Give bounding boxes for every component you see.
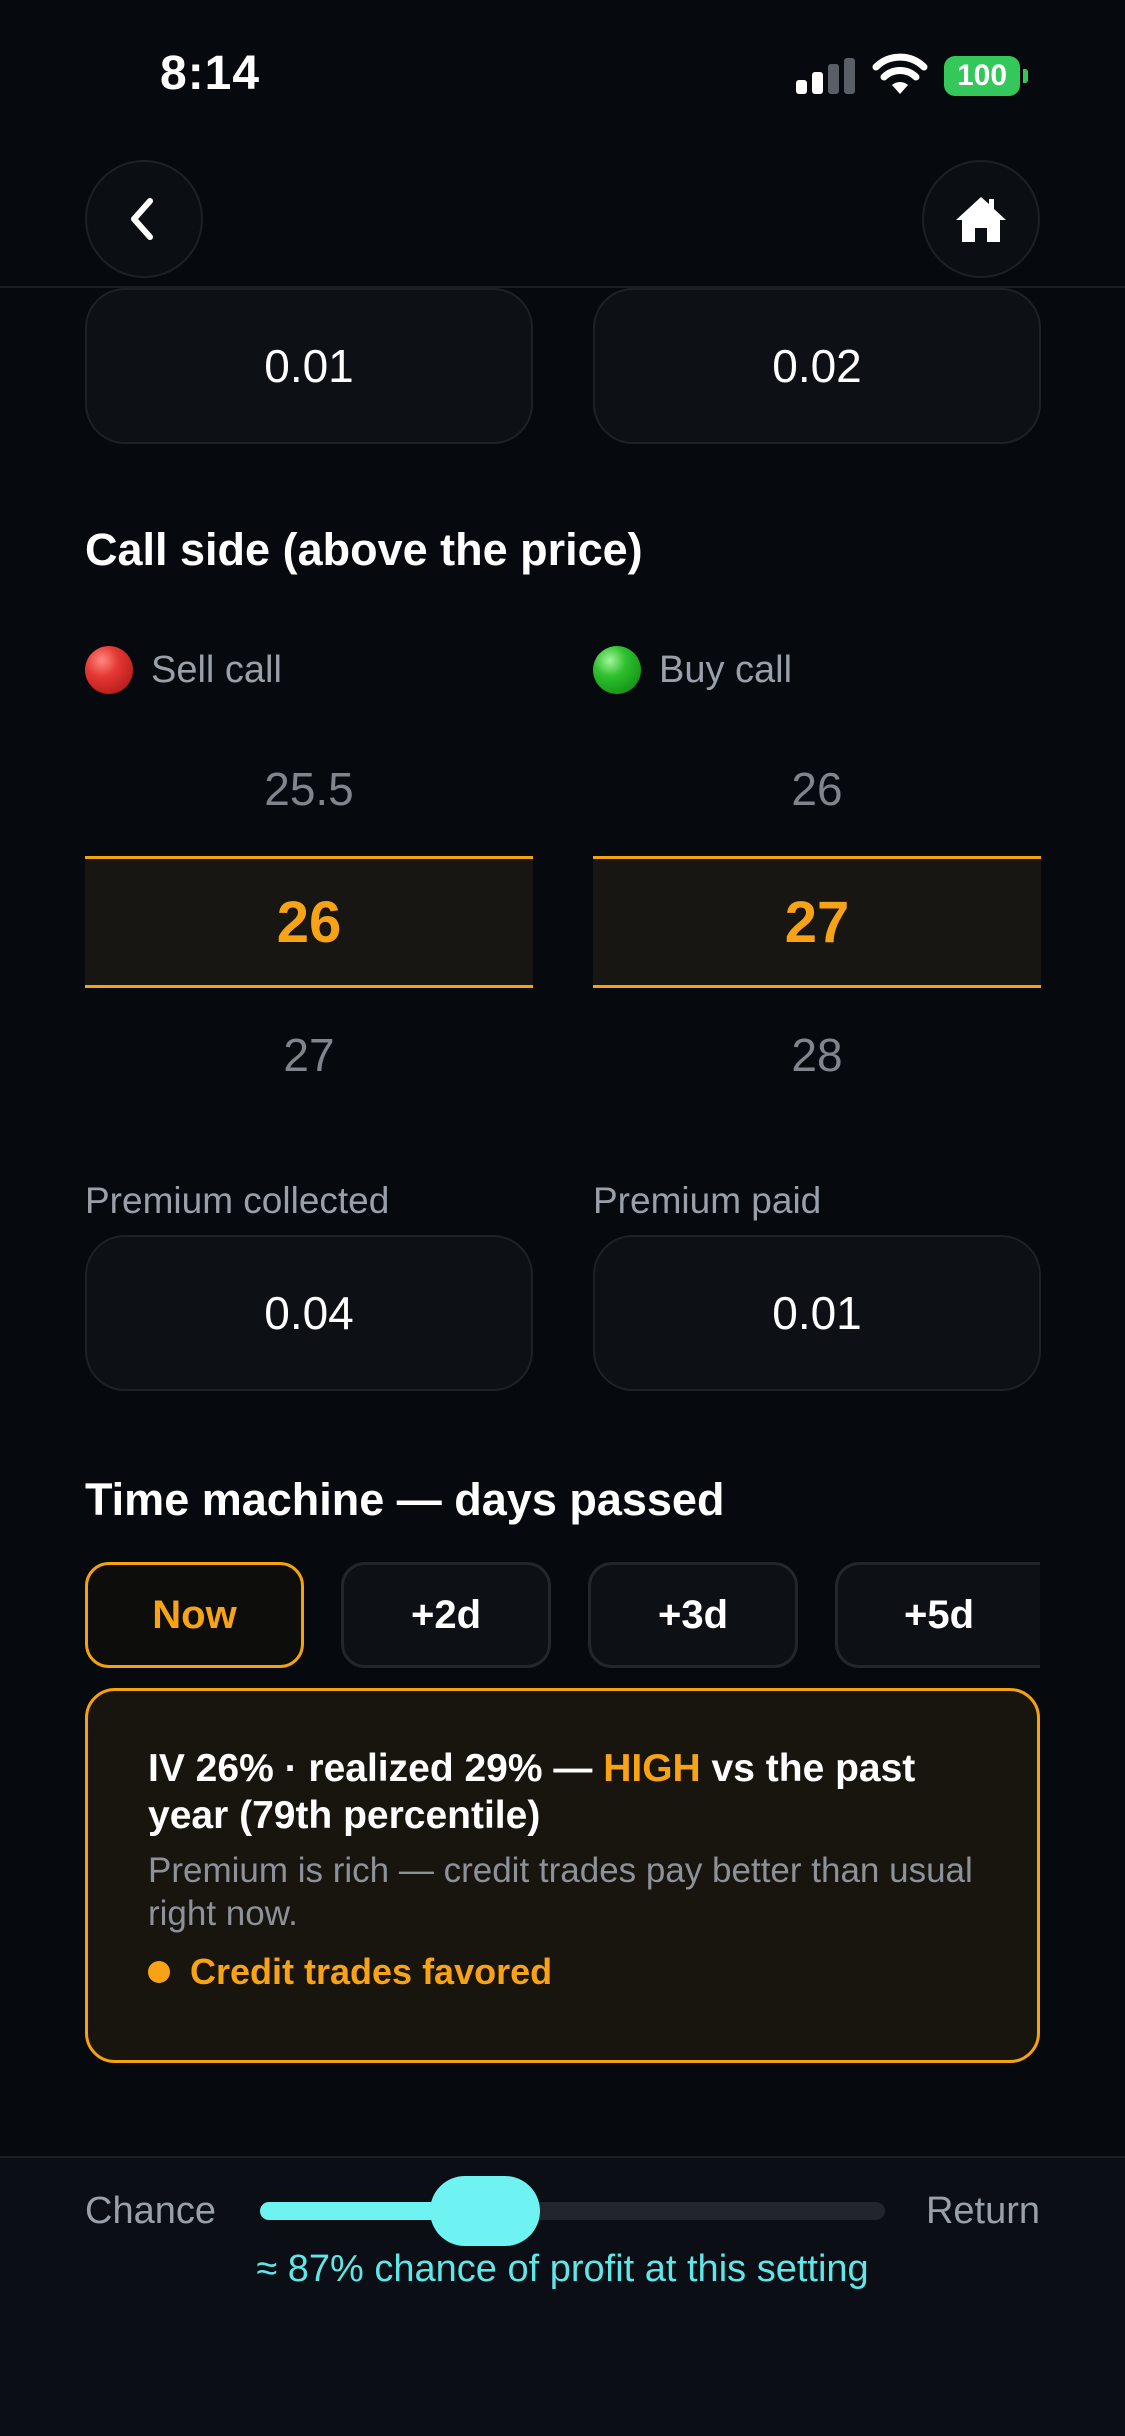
- credit-trades-badge: Credit trades favored: [148, 1951, 977, 1993]
- sell-call-strike-selected[interactable]: 26: [85, 856, 533, 988]
- green-circle-icon: [593, 646, 641, 694]
- time-chip-3d[interactable]: +3d: [588, 1562, 798, 1668]
- buy-call-option-above[interactable]: 26: [593, 762, 1041, 816]
- put-premium-collected-value: 0.01: [264, 340, 354, 392]
- buy-call-strike-selected[interactable]: 27: [593, 856, 1041, 988]
- red-circle-icon: [85, 646, 133, 694]
- sell-call-label: Sell call: [85, 646, 282, 694]
- iv-subtext: Premium is rich — credit trades pay bett…: [148, 1851, 973, 1933]
- put-premium-paid-value: 0.02: [772, 340, 862, 392]
- iv-high-label: HIGH: [603, 1747, 701, 1790]
- chevron-left-icon: [131, 198, 153, 240]
- buy-call-text: Buy call: [659, 648, 793, 691]
- time-chip-2d[interactable]: +2d: [341, 1562, 551, 1668]
- call-side-title: Call side (above the price): [85, 524, 643, 575]
- slider-return-label: Return: [925, 2190, 1040, 2232]
- time-chip-now[interactable]: Now: [85, 1562, 304, 1668]
- credit-trades-text: Credit trades favored: [190, 1951, 553, 1992]
- premium-collected-label: Premium collected: [85, 1180, 390, 1221]
- slider-thumb[interactable]: [430, 2176, 540, 2246]
- time-machine-title: Time machine — days passed: [85, 1474, 725, 1525]
- sell-call-option-below[interactable]: 27: [85, 1028, 533, 1082]
- iv-insight-card: IV 26% · realized 29% — HIGH vs the past…: [85, 1688, 1040, 2063]
- profit-chance-caption: ≈ 87% chance of profit at this setting: [256, 2248, 869, 2290]
- back-button[interactable]: [85, 160, 203, 278]
- premium-collected-value: 0.04: [264, 1287, 354, 1339]
- home-icon: [956, 197, 1006, 242]
- status-time: 8:14: [160, 47, 261, 100]
- premium-collected-box[interactable]: 0.04: [85, 1235, 533, 1391]
- put-premium-collected-box[interactable]: 0.01: [85, 288, 533, 444]
- iv-headline: IV 26% · realized 29% — HIGH vs the past…: [148, 1745, 977, 1839]
- wifi-icon: [872, 53, 928, 94]
- premium-paid-box[interactable]: 0.01: [593, 1235, 1041, 1391]
- chance-return-slider[interactable]: [260, 2176, 885, 2246]
- battery-icon: 100: [944, 56, 1028, 96]
- cellular-signal-icon: [796, 58, 856, 94]
- premium-paid-label: Premium paid: [593, 1180, 822, 1221]
- buy-call-option-below[interactable]: 28: [593, 1028, 1041, 1082]
- screen: 8:14 100 0.01 0.02 Call side (above the …: [0, 0, 1125, 2436]
- slider-chance-label: Chance: [85, 2190, 216, 2232]
- home-button[interactable]: [922, 160, 1040, 278]
- time-chip-5d[interactable]: +5d: [835, 1562, 1040, 1668]
- status-dot-icon: [148, 1961, 170, 1983]
- buy-call-label: Buy call: [593, 646, 792, 694]
- iv-headline-start: IV 26% · realized 29% —: [148, 1747, 604, 1790]
- battery-level: 100: [944, 56, 1020, 96]
- sell-call-option-above[interactable]: 25.5: [85, 762, 533, 816]
- premium-paid-value: 0.01: [772, 1287, 862, 1339]
- sell-call-text: Sell call: [151, 648, 282, 691]
- put-premium-paid-box[interactable]: 0.02: [593, 288, 1041, 444]
